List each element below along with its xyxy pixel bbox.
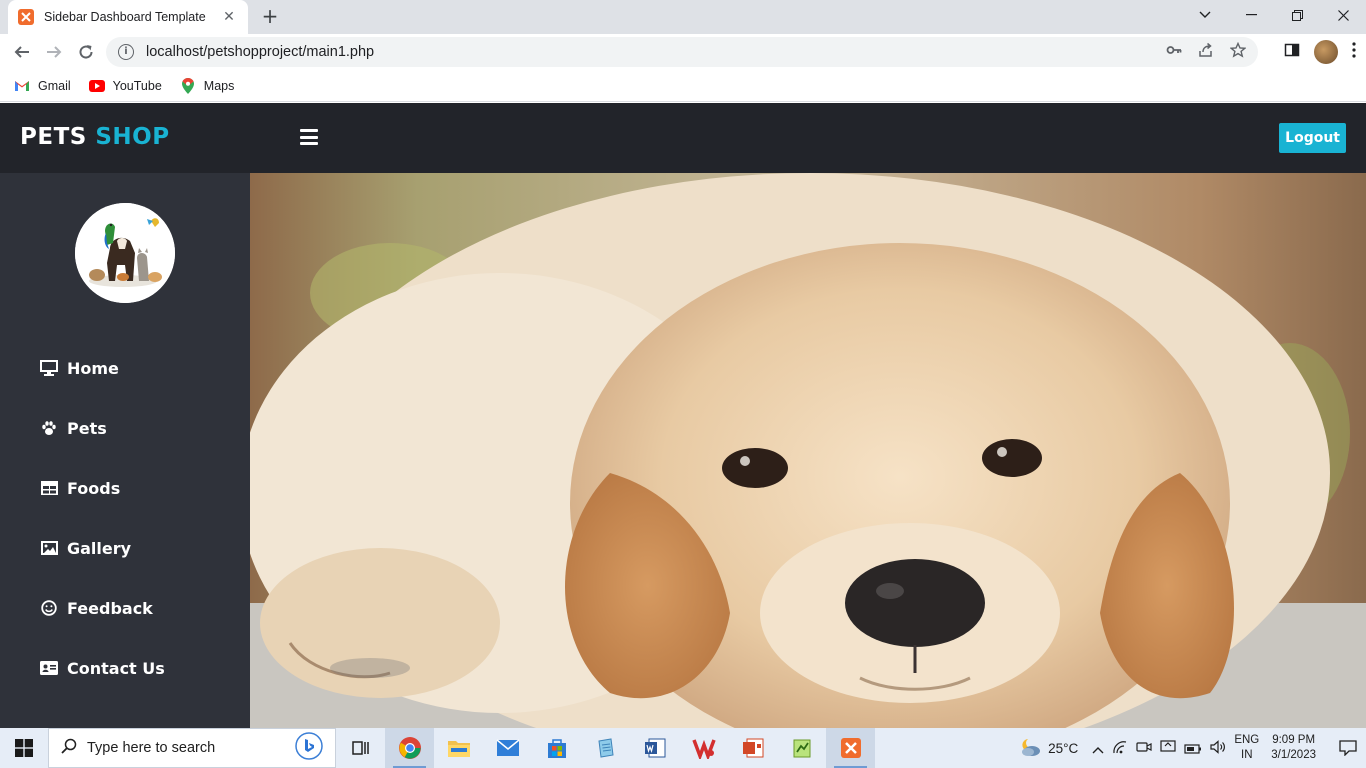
logout-button[interactable]: Logout [1279,123,1346,153]
tab-search-chevron-icon[interactable] [1182,0,1228,30]
chevron-up-icon[interactable] [1092,739,1104,758]
display-sync-icon[interactable] [1160,739,1176,758]
windows-start-icon[interactable] [0,728,48,768]
notepad-plus-plus-icon[interactable] [777,728,826,768]
weather-widget[interactable]: 25°C [1018,737,1078,760]
desktop-icon [39,358,59,378]
hero-puppy-image [250,173,1366,728]
sidebar-menu: Home Pets Foods Gallery Feedback Contact… [0,338,250,698]
clock-time: 9:09 PM [1272,734,1316,746]
url-text[interactable]: localhost/petshopproject/main1.php [146,44,1166,60]
partly-cloudy-night-icon [1018,737,1042,760]
grid-icon [39,478,59,498]
sidebar: Home Pets Foods Gallery Feedback Contact… [0,173,250,728]
browser-tab-strip: Sidebar Dashboard Template ✕ + [0,0,1366,34]
language-line-1: ENG [1234,734,1260,746]
gmail-icon [14,78,30,94]
browser-toolbar: i localhost/petshopproject/main1.php [0,34,1366,70]
sidebar-item-label: Feedback [67,598,153,618]
winrar-red-icon[interactable] [679,728,728,768]
volume-icon[interactable] [1210,739,1226,758]
tab-close-icon[interactable]: ✕ [220,9,238,25]
word-icon[interactable] [630,728,679,768]
taskbar-search-input[interactable]: Type here to search [48,728,336,768]
profile-avatar[interactable] [1314,40,1338,64]
sidebar-item-contact-us[interactable]: Contact Us [0,638,250,698]
bookmark-gmail[interactable]: Gmail [14,78,71,94]
bookmark-youtube[interactable]: YouTube [88,78,162,94]
restore-icon[interactable] [1274,0,1320,30]
mail-icon[interactable] [483,728,532,768]
back-arrow-icon[interactable] [10,40,34,64]
notepad-icon[interactable] [581,728,630,768]
sidebar-item-label: Gallery [67,538,132,558]
search-icon [61,738,77,758]
maps-icon [180,77,196,94]
bookmark-label: Gmail [38,78,71,93]
notification-center-icon[interactable] [1330,728,1366,768]
chrome-taskbar-icon[interactable] [385,728,434,768]
microsoft-store-icon[interactable] [532,728,581,768]
id-card-icon [39,658,59,678]
minimize-icon[interactable] [1228,0,1274,30]
windows-taskbar: Type here to search 25°C ENG IN 9:09 PM … [0,728,1366,768]
pets-shop-app: PETS SHOP Logout Home Pets Foods Gallery… [0,103,1366,728]
brand-logo: PETS SHOP [20,124,170,150]
youtube-icon [88,78,105,94]
profile-avatar-pets [75,203,175,303]
system-tray: 25°C ENG IN 9:09 PM 3/1/2023 [1018,728,1366,768]
side-panel-icon[interactable] [1284,42,1300,62]
file-explorer-icon[interactable] [434,728,483,768]
meet-camera-icon[interactable] [1136,739,1152,758]
forward-arrow-icon[interactable] [42,40,66,64]
temperature-text: 25°C [1048,740,1079,756]
bookmark-star-icon[interactable] [1229,41,1247,62]
sidebar-item-feedback[interactable]: Feedback [0,578,250,638]
close-window-icon[interactable] [1320,0,1366,30]
xampp-favicon-icon [18,9,34,25]
share-icon[interactable] [1198,42,1214,62]
password-key-icon[interactable] [1166,42,1182,62]
sidebar-item-label: Pets [67,418,107,438]
hamburger-menu-icon[interactable] [300,129,318,145]
browser-tab[interactable]: Sidebar Dashboard Template ✕ [8,0,248,34]
paw-icon [39,418,59,438]
sidebar-item-foods[interactable]: Foods [0,458,250,518]
kebab-menu-icon[interactable] [1352,42,1356,62]
app-header: PETS SHOP Logout [0,103,1366,173]
sidebar-item-label: Contact Us [67,658,165,678]
search-placeholder: Type here to search [87,740,216,756]
window-controls [1182,0,1366,30]
smile-icon [39,598,59,618]
language-indicator[interactable]: ENG IN [1234,733,1259,763]
brand-pets-text: PETS [20,124,87,150]
bookmarks-bar: Gmail YouTube Maps [0,70,1366,102]
powerpoint-icon[interactable] [728,728,777,768]
bookmark-label: YouTube [112,78,162,93]
tab-title: Sidebar Dashboard Template [44,10,206,24]
tray-icons [1092,739,1226,758]
sidebar-item-label: Home [67,358,119,378]
taskbar-clock[interactable]: 9:09 PM 3/1/2023 [1271,733,1316,763]
image-icon [39,538,59,558]
xampp-taskbar-icon[interactable] [826,728,875,768]
bookmark-label: Maps [203,78,235,93]
reload-icon[interactable] [74,40,98,64]
address-bar[interactable]: i localhost/petshopproject/main1.php [106,37,1258,67]
sidebar-item-gallery[interactable]: Gallery [0,518,250,578]
bing-icon[interactable] [295,732,323,764]
sidebar-item-label: Foods [67,478,121,498]
task-view-icon[interactable] [336,728,385,768]
sidebar-item-home[interactable]: Home [0,338,250,398]
network-icon[interactable] [1112,739,1128,758]
site-info-icon[interactable]: i [118,44,134,60]
clock-date: 3/1/2023 [1271,749,1316,761]
sidebar-item-pets[interactable]: Pets [0,398,250,458]
new-tab-plus-icon[interactable]: + [260,6,280,26]
bookmark-maps[interactable]: Maps [180,77,235,94]
battery-icon[interactable] [1184,739,1202,758]
brand-shop-text: SHOP [95,124,170,150]
language-line-2: IN [1241,749,1253,761]
